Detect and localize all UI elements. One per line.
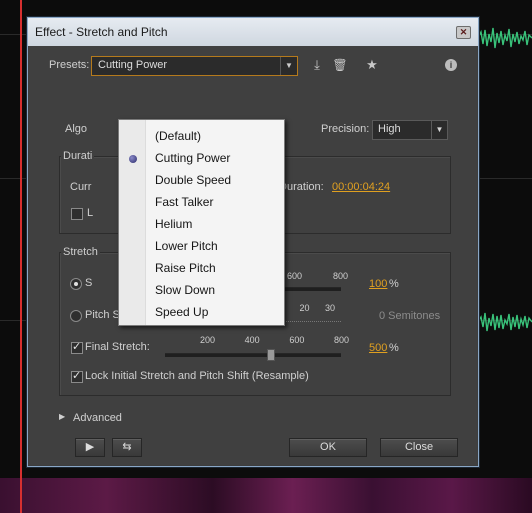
precision-label: Precision: <box>321 123 370 135</box>
algorithm-label: Algo <box>65 123 88 135</box>
stretch-tick-label: 800 <box>333 271 349 281</box>
stretch-radio[interactable] <box>70 278 82 290</box>
final-stretch-slider-track[interactable] <box>165 353 341 357</box>
advanced-toggle[interactable]: Advanced <box>73 412 122 424</box>
stretch-tick-label: 600 <box>287 271 303 281</box>
chevron-down-icon: ▼ <box>431 121 447 139</box>
stretch-group-title: Stretch <box>61 246 100 258</box>
final-stretch-label: Final Stretch: <box>85 341 150 353</box>
close-button[interactable]: Close <box>380 438 458 457</box>
preset-option[interactable]: Double Speed <box>155 173 231 187</box>
favorite-star-icon[interactable]: ★ <box>364 57 380 73</box>
dropdown-gutter <box>119 120 146 325</box>
stretch-pitch-dialog: Effect - Stretch and Pitch ✕ Presets: Cu… <box>27 17 479 467</box>
stretch-unit: % <box>389 278 399 290</box>
presets-label: Presets: <box>49 59 90 71</box>
pitch-shift-value: 0 Semitones <box>379 310 441 322</box>
lock-duration-label: L <box>87 207 94 219</box>
precision-value: High <box>378 123 401 135</box>
current-duration-label: Curr <box>70 181 92 193</box>
lock-duration-checkbox[interactable] <box>71 208 83 220</box>
title-bar[interactable]: Effect - Stretch and Pitch ✕ <box>28 18 478 46</box>
dialog-body: Presets: Cutting Power ▼ ⤓ 🗑 ★ i Algo it… <box>29 46 477 465</box>
preset-option[interactable]: Speed Up <box>155 305 208 319</box>
final-stretch-checkbox[interactable] <box>71 340 83 354</box>
close-window-button[interactable]: ✕ <box>456 26 471 39</box>
delete-preset-icon[interactable]: 🗑 <box>332 57 348 73</box>
pitch-tick-label: 30 <box>325 303 336 313</box>
preset-option[interactable]: Lower Pitch <box>155 239 218 253</box>
lock-resample-checkbox[interactable] <box>71 369 83 383</box>
presets-dropdown-list: (Default) Cutting Power Double Speed Fast T… <box>118 119 285 326</box>
final-stretch-unit: % <box>389 342 399 354</box>
spectral-display <box>0 478 532 513</box>
stretch-label: S <box>85 277 93 289</box>
chevron-down-icon: ▼ <box>280 57 297 75</box>
final-tick-label: 600 <box>289 335 305 345</box>
dialog-title: Effect - Stretch and Pitch <box>35 25 168 39</box>
save-preset-icon[interactable]: ⤓ <box>309 57 325 73</box>
presets-dropdown[interactable]: Cutting Power ▼ <box>91 56 298 76</box>
preset-option[interactable]: Raise Pitch <box>155 261 216 275</box>
info-icon[interactable]: i <box>445 59 457 71</box>
presets-selected-value: Cutting Power <box>98 59 168 71</box>
pitch-shift-radio[interactable] <box>70 310 82 322</box>
preset-option[interactable]: Fast Talker <box>155 195 213 209</box>
preset-option[interactable]: Helium <box>155 217 192 231</box>
preset-option[interactable]: Slow Down <box>155 283 215 297</box>
preset-option[interactable]: Cutting Power <box>155 151 230 165</box>
new-duration-value[interactable]: 00:00:04:24 <box>332 181 390 193</box>
precision-dropdown[interactable]: High ▼ <box>372 120 448 140</box>
waveform-top <box>478 27 532 49</box>
duration-group-title: Durati <box>61 150 95 162</box>
pitch-tick-label: 20 <box>299 303 310 313</box>
final-tick-label: 200 <box>200 335 216 345</box>
play-button[interactable]: ▶ <box>75 438 105 457</box>
ok-button[interactable]: OK <box>289 438 367 457</box>
final-stretch-slider-thumb[interactable] <box>266 349 275 361</box>
preset-option[interactable]: (Default) <box>155 129 201 143</box>
loop-button[interactable]: ⇆ <box>112 438 142 457</box>
waveform-bottom <box>478 312 532 332</box>
lock-resample-label: Lock Initial Stretch and Pitch Shift (Re… <box>85 370 309 382</box>
final-tick-label: 800 <box>334 335 350 345</box>
selected-radio-icon <box>129 155 137 163</box>
final-stretch-value[interactable]: 500 <box>369 342 387 354</box>
final-tick-label: 400 <box>244 335 260 345</box>
playhead[interactable] <box>20 0 22 513</box>
stretch-value[interactable]: 100 <box>369 278 387 290</box>
expand-arrow-icon[interactable]: ▶ <box>59 412 65 421</box>
